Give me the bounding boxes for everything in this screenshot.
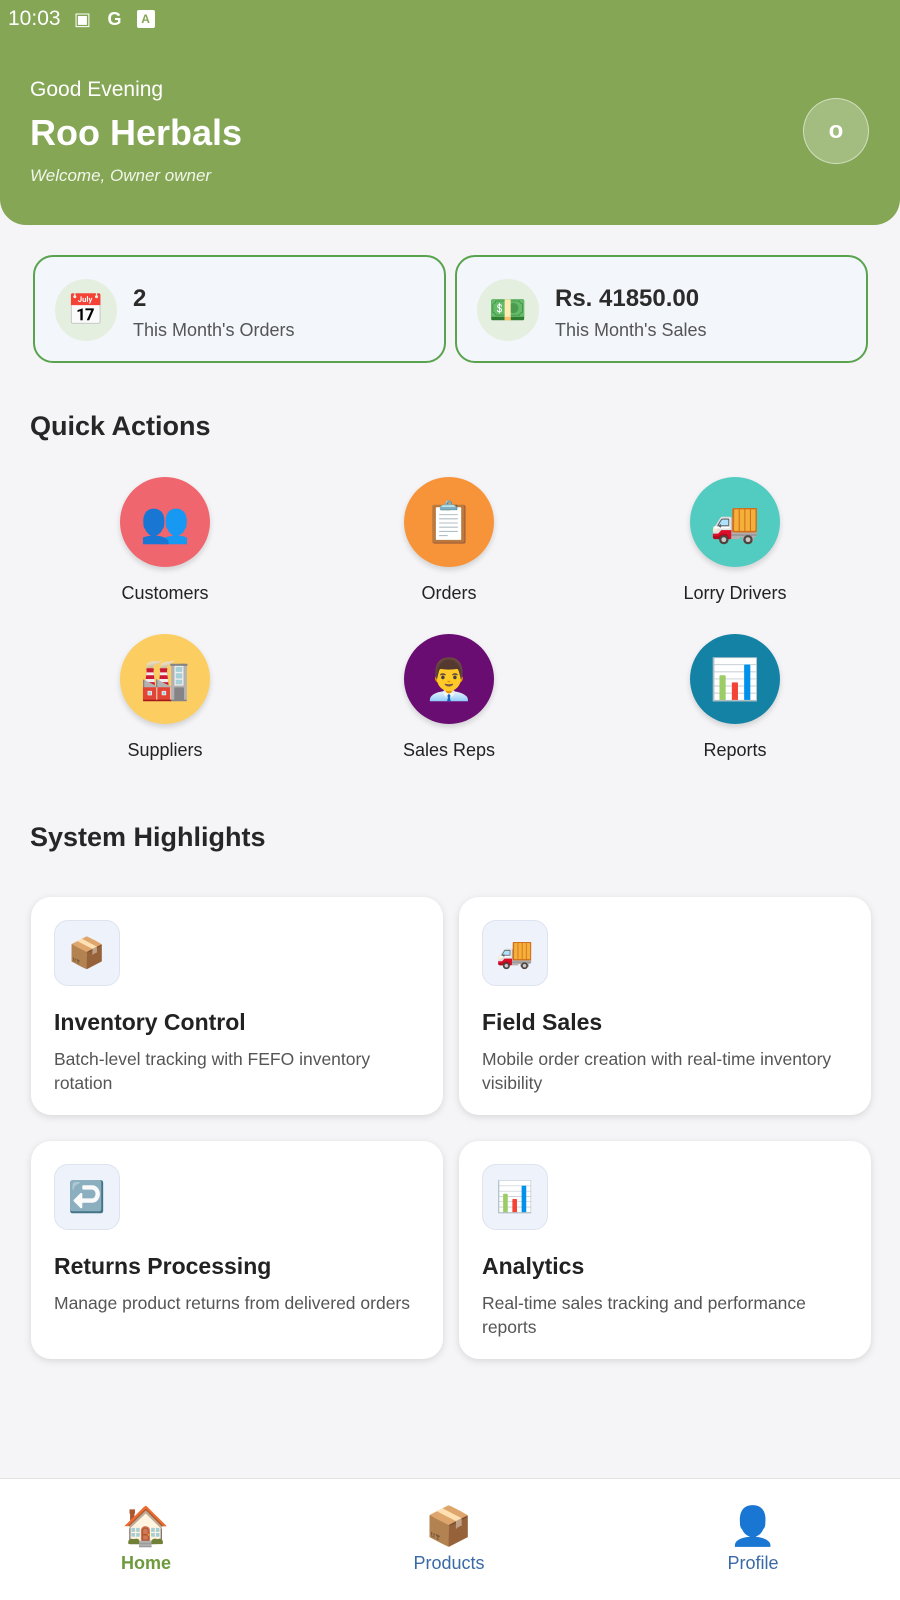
- nav-profile[interactable]: 👤 Profile: [673, 1505, 833, 1574]
- page-title: Roo Herbals: [30, 112, 243, 153]
- lorry-drivers-action[interactable]: 🚚 Lorry Drivers: [635, 477, 835, 604]
- bottom-nav: 🏠 Home 📦 Products 👤 Profile: [0, 1478, 900, 1600]
- action-label: Sales Reps: [402, 740, 496, 760]
- status-time: 10:03: [8, 7, 61, 30]
- card-title: Inventory Control: [54, 1009, 246, 1035]
- nav-label: Home: [120, 1553, 171, 1573]
- orders-stat-card[interactable]: 📅 2 This Month's Orders: [33, 255, 446, 363]
- text-icon: A: [136, 10, 155, 28]
- home-icon: 🏠: [122, 1506, 170, 1548]
- avatar[interactable]: o: [803, 98, 869, 164]
- analytics-card[interactable]: 📊 Analytics Real-time sales tracking and…: [459, 1141, 871, 1359]
- truck-icon: 🚚: [690, 477, 780, 567]
- reports-action[interactable]: 📊 Reports: [635, 634, 835, 761]
- action-label: Reports: [703, 740, 767, 760]
- action-label: Orders: [421, 583, 477, 603]
- bar-chart-icon: 📊: [690, 634, 780, 724]
- user-icon: 👤: [729, 1506, 777, 1548]
- office-worker-icon: 👨‍💼: [404, 634, 494, 724]
- header: 10:03 ▣ G A Good Evening Roo Herbals Wel…: [0, 0, 900, 225]
- image-icon: ▣: [74, 8, 92, 29]
- action-label: Lorry Drivers: [683, 583, 787, 603]
- factory-icon: 🏭: [120, 634, 210, 724]
- calendar-icon: 📅: [55, 279, 117, 341]
- nav-label: Profile: [727, 1553, 779, 1573]
- truck-icon: 🚚: [482, 920, 548, 986]
- card-description: Manage product returns from delivered or…: [54, 1293, 411, 1313]
- system-highlights-title: System Highlights: [30, 822, 266, 852]
- people-icon: 👥: [120, 477, 210, 567]
- quick-actions-title: Quick Actions: [30, 411, 211, 441]
- greeting: Good Evening: [30, 78, 164, 101]
- sales-stat-card[interactable]: 💵 Rs. 41850.00 This Month's Sales: [455, 255, 868, 363]
- orders-count: 2: [133, 285, 147, 312]
- card-description: Batch-level tracking with FEFO inventory…: [54, 1049, 371, 1093]
- status-bar: 10:03 ▣ G A: [8, 6, 155, 32]
- nav-label: Products: [413, 1553, 485, 1573]
- suppliers-action[interactable]: 🏭 Suppliers: [65, 634, 265, 761]
- orders-action[interactable]: 📋 Orders: [349, 477, 549, 604]
- sales-amount: Rs. 41850.00: [555, 285, 700, 312]
- package-icon: 📦: [425, 1506, 473, 1548]
- nav-products[interactable]: 📦 Products: [369, 1505, 529, 1574]
- return-arrow-icon: ↩️: [54, 1164, 120, 1230]
- action-label: Suppliers: [127, 740, 203, 760]
- inventory-control-card[interactable]: 📦 Inventory Control Batch-level tracking…: [31, 897, 443, 1115]
- customers-action[interactable]: 👥 Customers: [65, 477, 265, 604]
- card-description: Mobile order creation with real-time inv…: [482, 1049, 832, 1093]
- card-title: Returns Processing: [54, 1253, 272, 1279]
- orders-label: This Month's Orders: [133, 320, 295, 340]
- field-sales-card[interactable]: 🚚 Field Sales Mobile order creation with…: [459, 897, 871, 1115]
- card-description: Real-time sales tracking and performance…: [482, 1293, 806, 1337]
- action-label: Customers: [121, 583, 209, 603]
- card-title: Field Sales: [482, 1009, 603, 1035]
- card-title: Analytics: [482, 1253, 585, 1279]
- returns-processing-card[interactable]: ↩️ Returns Processing Manage product ret…: [31, 1141, 443, 1359]
- sales-label: This Month's Sales: [555, 320, 707, 340]
- google-icon: G: [107, 8, 122, 29]
- bar-chart-icon: 📊: [482, 1164, 548, 1230]
- welcome-text: Welcome, Owner owner: [30, 166, 212, 185]
- nav-home[interactable]: 🏠 Home: [66, 1505, 226, 1574]
- money-icon: 💵: [477, 279, 539, 341]
- sales-reps-action[interactable]: 👨‍💼 Sales Reps: [349, 634, 549, 761]
- package-icon: 📦: [54, 920, 120, 986]
- clipboard-icon: 📋: [404, 477, 494, 567]
